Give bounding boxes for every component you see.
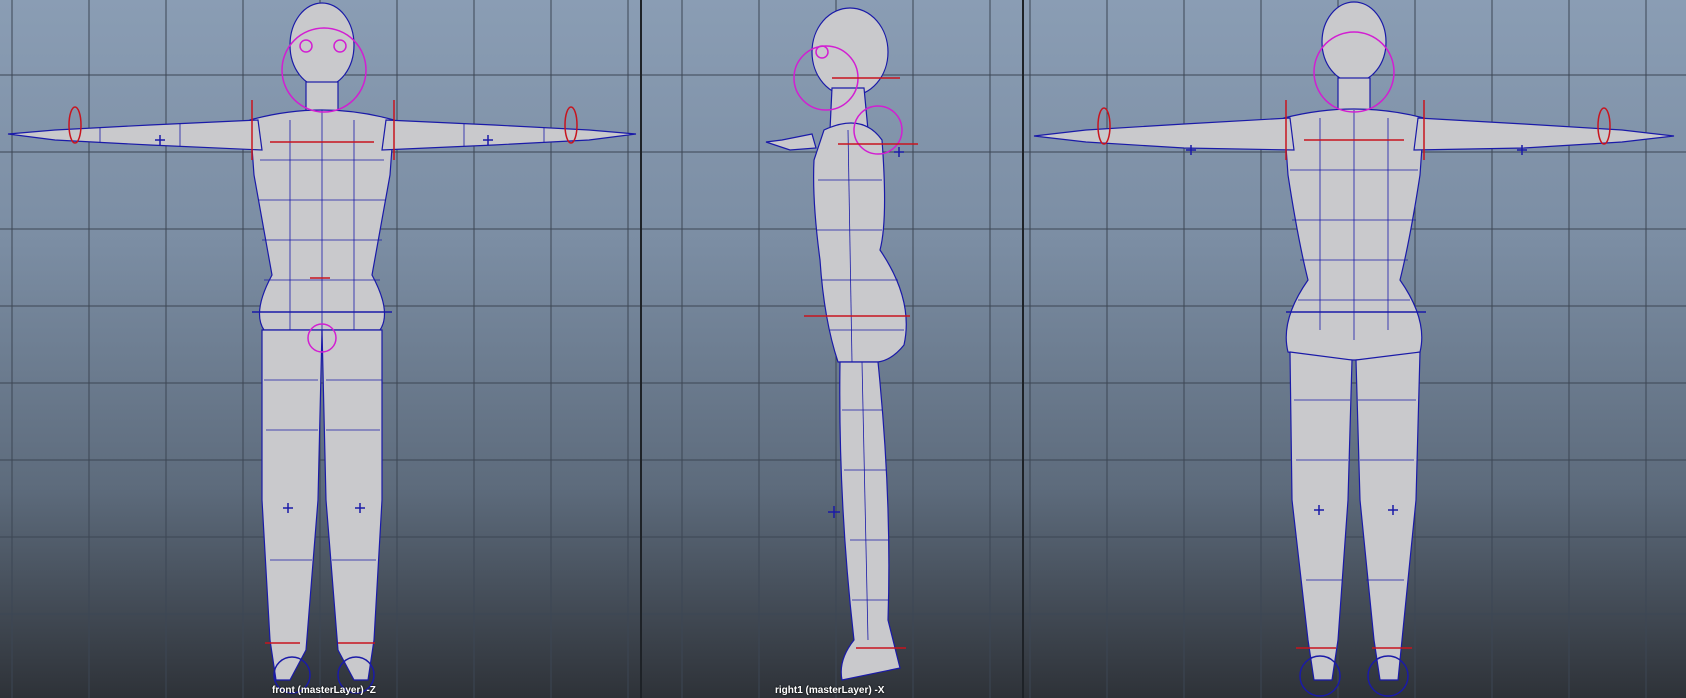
- front-view-canvas[interactable]: [0, 0, 640, 698]
- front-viewport-label: front (masterLayer) -Z: [272, 685, 376, 696]
- back-viewport[interactable]: [1024, 0, 1686, 698]
- back-view-canvas[interactable]: [1024, 0, 1686, 698]
- side-viewport-label: right1 (masterLayer) -X: [775, 685, 885, 696]
- side-viewport[interactable]: right1 (masterLayer) -X: [642, 0, 1022, 698]
- front-viewport[interactable]: front (masterLayer) -Z: [0, 0, 640, 698]
- side-view-canvas[interactable]: [642, 0, 1022, 698]
- character-mesh-front[interactable]: [7, 2, 637, 681]
- character-mesh-back[interactable]: [1033, 1, 1675, 681]
